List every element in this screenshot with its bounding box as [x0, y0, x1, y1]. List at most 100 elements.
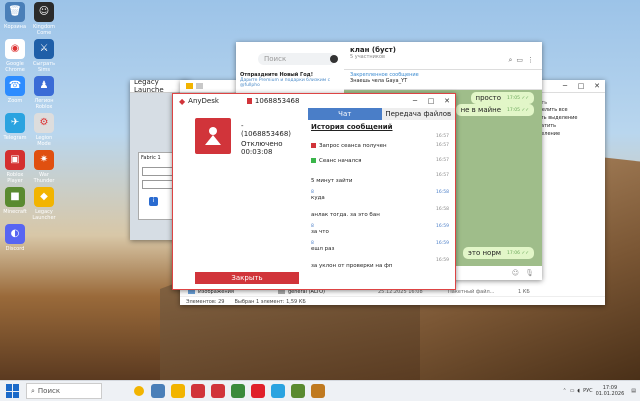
clock[interactable]: 17:09 01.01.2026: [596, 385, 625, 397]
desktop-shortcut-label: Kingdom Come: [32, 24, 56, 36]
tab-chat[interactable]: Чат: [308, 108, 382, 120]
opera-taskbar-icon[interactable]: [251, 384, 265, 398]
message-text: куда: [311, 195, 325, 201]
desktop-shortcut-label: Legacy Launcher: [32, 209, 56, 221]
user-icon: [205, 127, 221, 145]
desktop-shortcut[interactable]: ✷ War Thunder: [30, 150, 58, 184]
history-entry: Сеанс начался 16:57: [308, 158, 455, 167]
file-type: Пакетный файл...: [448, 288, 495, 295]
chat-message: 5 минут зайти 16:57: [308, 173, 455, 184]
file-size: 1 КБ: [518, 288, 530, 295]
chat-message: за уклон от проверки на фп 16:59: [308, 258, 455, 269]
recycle-bin-icon: 🗑: [5, 2, 25, 22]
stories-icon[interactable]: [330, 55, 338, 63]
maximize-button[interactable]: □: [423, 95, 439, 107]
desktop-shortcut-label: Legion Mode: [35, 135, 53, 147]
remote-name: -: [241, 122, 244, 130]
close-button[interactable]: ✕: [589, 80, 605, 92]
volume-icon[interactable]: ◖: [577, 388, 580, 394]
desktop-shortcut[interactable]: ◐ Discord: [1, 224, 29, 252]
desktop-shortcut[interactable]: ♟ Легион Roblox: [30, 76, 58, 110]
game-icon: ⚔: [34, 39, 54, 59]
more-icon[interactable]: ⋮: [527, 56, 534, 65]
message-text: это норм: [468, 249, 502, 257]
cortana-icon[interactable]: [134, 386, 144, 396]
anydesk-window-buttons: ─ □ ✕: [407, 95, 455, 107]
maximize-button[interactable]: □: [573, 80, 589, 92]
taskbar: ⌕ Поиск ⌃ ▭ ◖ РУС 17:09 01.01.2026 ▤: [0, 380, 640, 401]
address-field[interactable]: 1068853468: [255, 97, 300, 105]
tab-file-transfer[interactable]: Передача файлов: [381, 108, 455, 120]
minimize-button[interactable]: ─: [557, 80, 573, 92]
launcher-taskbar-icon[interactable]: [311, 384, 325, 398]
telegram-taskbar-icon[interactable]: [271, 384, 285, 398]
notifications-icon[interactable]: ▤: [631, 388, 636, 394]
desktop-shortcut[interactable]: ⚔ Сыграть Sims: [30, 39, 58, 73]
desktop-shortcut[interactable]: ⚙ Legion Mode: [30, 113, 58, 147]
chat-header[interactable]: клан (буст) 5 участников ⌕ ▭ ⋮: [344, 42, 542, 70]
telegram-search-input[interactable]: Поиск: [258, 53, 336, 65]
message-text: за уклон от проверки на фп: [311, 263, 393, 269]
language-indicator[interactable]: РУС: [583, 388, 593, 394]
zoom-icon: ☎: [5, 76, 25, 96]
remote-id: (1068853468): [241, 130, 291, 138]
message-time: 17:05 ✓✓: [507, 107, 529, 113]
quick-access-icon[interactable]: [196, 83, 203, 89]
desktop-shortcut-label: Сыграть Sims: [32, 61, 56, 73]
sidebar-toggle-icon[interactable]: ▭: [516, 56, 523, 65]
desktop-shortcut[interactable]: ▣ Roblox Player: [1, 150, 29, 184]
desktop-shortcut[interactable]: ◆ Legacy Launcher: [30, 187, 58, 221]
desktop-shortcut[interactable]: ☎ Zoom: [1, 76, 29, 104]
message-history: 16:57 Запрос сеанса получен 16:57 Сеанс нач…: [308, 134, 455, 269]
search-placeholder: Поиск: [264, 55, 287, 63]
discord-icon: ◐: [5, 224, 25, 244]
info-icon[interactable]: i: [149, 197, 158, 206]
tray-chevron-icon[interactable]: ⌃: [562, 388, 566, 394]
system-tray: ⌃ ▭ ◖ РУС 17:09 01.01.2026 ▤: [562, 381, 640, 401]
anydesk-taskbar-icon[interactable]: [211, 384, 225, 398]
chat-message: 8 ешл раз 16:59: [308, 241, 455, 252]
explorer-window-buttons: ─ □ ✕: [557, 80, 605, 92]
anydesk-window[interactable]: ◆ AnyDesk 1068853468 ─ □ ✕ - (1068853468…: [172, 93, 456, 290]
history-title: История сообщений: [311, 123, 393, 131]
game-icon: ✷: [34, 150, 54, 170]
desktop-shortcut[interactable]: ■ Minecraft: [1, 187, 29, 215]
message-time: 16:57: [436, 134, 449, 139]
search-icon: ⌕: [31, 386, 35, 395]
pinned-message[interactable]: Закрепленное сообщение Знаешь чела Gaya_…: [344, 70, 542, 90]
message-text: 5 минут зайти: [311, 178, 353, 184]
search-icon[interactable]: ⌕: [508, 56, 512, 65]
minecraft-taskbar-icon[interactable]: [291, 384, 305, 398]
desktop-shortcut[interactable]: ☺ Kingdom Come: [30, 2, 58, 36]
file-explorer-icon[interactable]: [171, 384, 185, 398]
anydesk-taskbar-icon[interactable]: [191, 384, 205, 398]
desktop-shortcut[interactable]: ✈ Telegram: [1, 113, 29, 141]
desktop-shortcut[interactable]: ◉ Google Chrome: [1, 39, 29, 73]
desktop-shortcut-label: War Thunder: [33, 172, 55, 184]
promo-banner[interactable]: Отпраздните Новый Год! Дарите Premium и …: [240, 72, 340, 88]
taskbar-search-input[interactable]: ⌕ Поиск: [26, 383, 102, 399]
message-bubble[interactable]: это норм 17:06 ✓✓: [463, 247, 534, 259]
message-time: 17:06 ✓✓: [507, 250, 529, 256]
emoji-icon[interactable]: ☺: [512, 269, 519, 277]
close-button[interactable]: ✕: [439, 95, 455, 107]
network-icon[interactable]: ▭: [570, 388, 575, 394]
microphone-icon[interactable]: 🎙: [525, 269, 534, 277]
session-start-icon: [311, 158, 316, 163]
minecraft-icon: ■: [5, 187, 25, 207]
chrome-icon: ◉: [5, 39, 25, 59]
message-text: за что: [311, 229, 329, 235]
windows-start-icon[interactable]: [6, 384, 20, 398]
desktop-shortcut[interactable]: 🗑 Корзина: [1, 2, 29, 30]
message-bubble[interactable]: просто 17:05 ✓✓: [470, 92, 534, 104]
minimize-button[interactable]: ─: [407, 95, 423, 107]
message-bubble[interactable]: не в майне 17:05 ✓✓: [455, 104, 534, 116]
task-view-icon[interactable]: [151, 384, 165, 398]
pinned-text: Знаешь чела Gaya_YT: [350, 78, 408, 84]
close-session-button[interactable]: Закрыть: [195, 272, 299, 284]
settings-icon: ⚙: [34, 113, 54, 133]
message-text: ешл раз: [311, 246, 335, 252]
launcher-icon: ◆: [34, 187, 54, 207]
chrome-taskbar-icon[interactable]: [231, 384, 245, 398]
history-entry: 16:57: [308, 134, 455, 143]
